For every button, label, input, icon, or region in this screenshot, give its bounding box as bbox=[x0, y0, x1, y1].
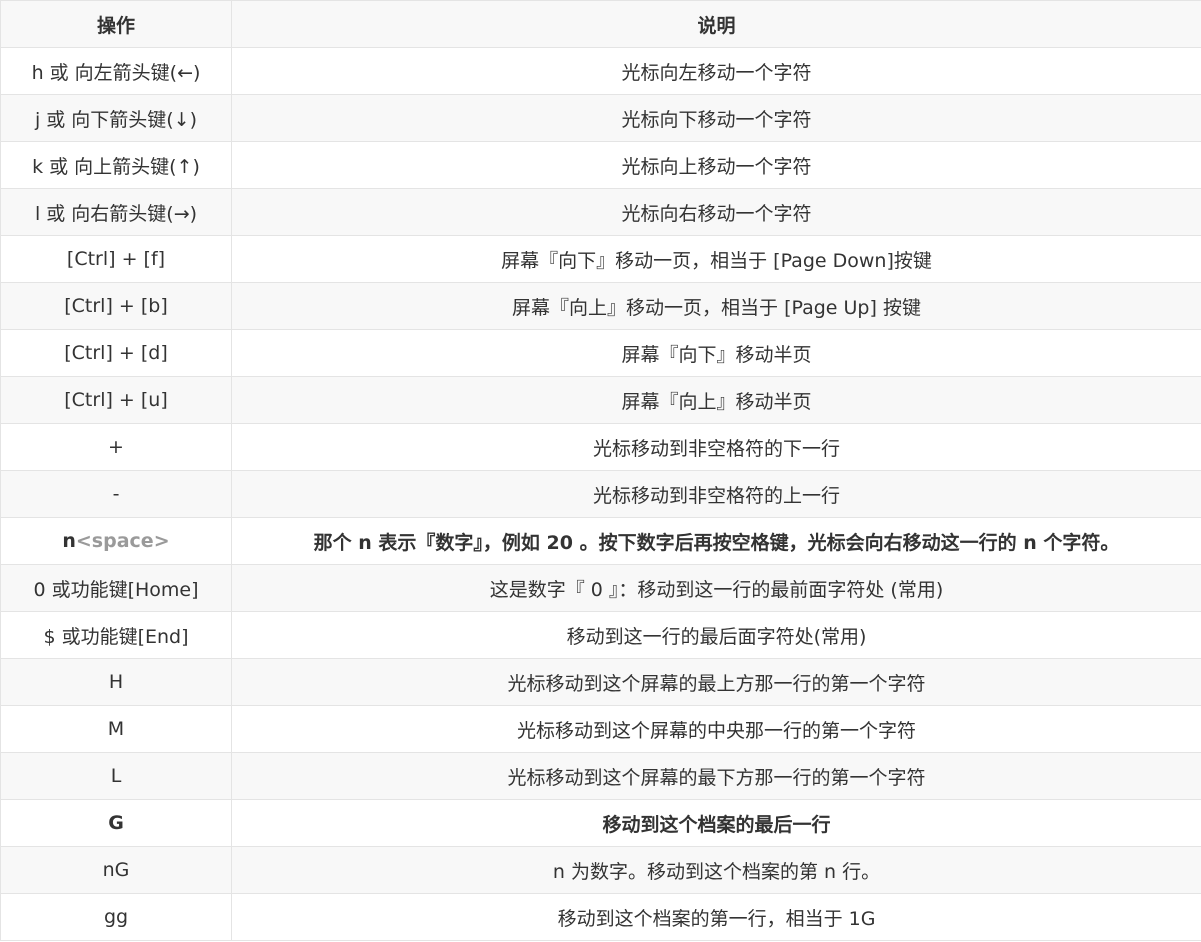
operation-cell: j 或 向下箭头键(↓) bbox=[0, 94, 232, 142]
operation-cell: L bbox=[0, 752, 232, 800]
table-row: nG n 为数字。移动到这个档案的第 n 行。 bbox=[0, 846, 1201, 894]
table-row: gg 移动到这个档案的第一行，相当于 1G bbox=[0, 893, 1201, 941]
table-row: + 光标移动到非空格符的下一行 bbox=[0, 423, 1201, 471]
table-row: H 光标移动到这个屏幕的最上方那一行的第一个字符 bbox=[0, 658, 1201, 706]
description-cell: 移动到这个档案的最后一行 bbox=[231, 799, 1201, 847]
operation-cell: [Ctrl] + [d] bbox=[0, 329, 232, 377]
description-cell: 光标向上移动一个字符 bbox=[231, 141, 1201, 189]
table-row: M 光标移动到这个屏幕的中央那一行的第一个字符 bbox=[0, 705, 1201, 753]
operation-cell: [Ctrl] + [f] bbox=[0, 235, 232, 283]
table-row: [Ctrl] + [u] 屏幕『向上』移动半页 bbox=[0, 376, 1201, 424]
table-row: j 或 向下箭头键(↓) 光标向下移动一个字符 bbox=[0, 94, 1201, 142]
operation-cell: l 或 向右箭头键(→) bbox=[0, 188, 232, 236]
description-cell: 光标向右移动一个字符 bbox=[231, 188, 1201, 236]
operation-cell: M bbox=[0, 705, 232, 753]
header-operation: 操作 bbox=[0, 0, 232, 48]
description-cell: 屏幕『向上』移动半页 bbox=[231, 376, 1201, 424]
table-row: h 或 向左箭头键(←) 光标向左移动一个字符 bbox=[0, 47, 1201, 95]
description-cell: 屏幕『向下』移动一页，相当于 [Page Down]按键 bbox=[231, 235, 1201, 283]
description-cell: 光标移动到这个屏幕的最上方那一行的第一个字符 bbox=[231, 658, 1201, 706]
description-cell: 移动到这一行的最后面字符处(常用) bbox=[231, 611, 1201, 659]
operation-cell: k 或 向上箭头键(↑) bbox=[0, 141, 232, 189]
table-row: [Ctrl] + [f] 屏幕『向下』移动一页，相当于 [Page Down]按… bbox=[0, 235, 1201, 283]
header-description: 说明 bbox=[231, 0, 1201, 48]
operation-cell: - bbox=[0, 470, 232, 518]
description-cell: 这是数字『 0 』：移动到这一行的最前面字符处 (常用) bbox=[231, 564, 1201, 612]
operation-cell: [Ctrl] + [b] bbox=[0, 282, 232, 330]
table-row: [Ctrl] + [b] 屏幕『向上』移动一页，相当于 [Page Up] 按键 bbox=[0, 282, 1201, 330]
description-cell: 屏幕『向下』移动半页 bbox=[231, 329, 1201, 377]
operation-cell: H bbox=[0, 658, 232, 706]
description-cell: 屏幕『向上』移动一页，相当于 [Page Up] 按键 bbox=[231, 282, 1201, 330]
table-row: [Ctrl] + [d] 屏幕『向下』移动半页 bbox=[0, 329, 1201, 377]
table-row: l 或 向右箭头键(→) 光标向右移动一个字符 bbox=[0, 188, 1201, 236]
operation-key: n bbox=[62, 530, 76, 552]
table-row: L 光标移动到这个屏幕的最下方那一行的第一个字符 bbox=[0, 752, 1201, 800]
description-cell: 光标移动到这个屏幕的中央那一行的第一个字符 bbox=[231, 705, 1201, 753]
description-cell: 光标向下移动一个字符 bbox=[231, 94, 1201, 142]
operation-cell: h 或 向左箭头键(←) bbox=[0, 47, 232, 95]
operation-cell: nG bbox=[0, 846, 232, 894]
description-cell: 那个 n 表示『数字』，例如 20 。按下数字后再按空格键，光标会向右移动这一行… bbox=[231, 517, 1201, 565]
table-row: n<space> 那个 n 表示『数字』，例如 20 。按下数字后再按空格键，光… bbox=[0, 517, 1201, 565]
description-cell: 光标移动到非空格符的上一行 bbox=[231, 470, 1201, 518]
operation-cell: $ 或功能键[End] bbox=[0, 611, 232, 659]
operation-cell: G bbox=[0, 799, 232, 847]
operation-cell: gg bbox=[0, 893, 232, 941]
description-cell: 光标移动到非空格符的下一行 bbox=[231, 423, 1201, 471]
description-cell: n 为数字。移动到这个档案的第 n 行。 bbox=[231, 846, 1201, 894]
table-row: - 光标移动到非空格符的上一行 bbox=[0, 470, 1201, 518]
vim-cursor-commands-table: 操作 说明 h 或 向左箭头键(←) 光标向左移动一个字符 j 或 向下箭头键(… bbox=[0, 0, 1201, 941]
table-row: G 移动到这个档案的最后一行 bbox=[0, 799, 1201, 847]
table-row: $ 或功能键[End] 移动到这一行的最后面字符处(常用) bbox=[0, 611, 1201, 659]
description-cell: 光标向左移动一个字符 bbox=[231, 47, 1201, 95]
operation-cell: + bbox=[0, 423, 232, 471]
operation-cell: n<space> bbox=[0, 517, 232, 565]
description-cell: 移动到这个档案的第一行，相当于 1G bbox=[231, 893, 1201, 941]
table-row: 0 或功能键[Home] 这是数字『 0 』：移动到这一行的最前面字符处 (常用… bbox=[0, 564, 1201, 612]
description-cell: 光标移动到这个屏幕的最下方那一行的第一个字符 bbox=[231, 752, 1201, 800]
operation-key-suffix: <space> bbox=[75, 530, 170, 552]
table-row: k 或 向上箭头键(↑) 光标向上移动一个字符 bbox=[0, 141, 1201, 189]
header-row: 操作 说明 bbox=[0, 0, 1201, 48]
operation-cell: 0 或功能键[Home] bbox=[0, 564, 232, 612]
operation-cell: [Ctrl] + [u] bbox=[0, 376, 232, 424]
